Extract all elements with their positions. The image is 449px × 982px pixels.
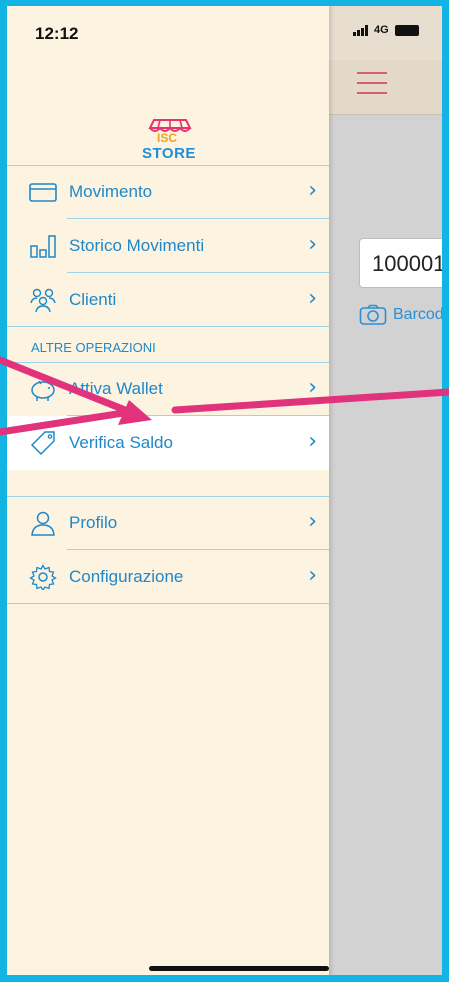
menu-label: Profilo	[69, 513, 118, 532]
gear-icon	[29, 564, 57, 590]
status-bar-right: 4G	[329, 0, 442, 60]
hamburger-menu-icon[interactable]	[357, 72, 387, 94]
status-time: 12:12	[35, 24, 79, 43]
store-logo: ISC STORE	[140, 118, 200, 162]
section-header-label: ALTRE OPERAZIONI	[31, 340, 156, 355]
barcode-button[interactable]: Barcod	[359, 304, 444, 326]
screenshot-frame: 4G 100001 Barcod 12:12 ISC STORE Movimen…	[0, 0, 449, 982]
divider	[7, 603, 329, 604]
menu-item-profilo[interactable]: Profilo ›	[7, 496, 329, 550]
signal-icon	[353, 24, 368, 36]
menu-label: Attiva Wallet	[69, 379, 163, 398]
background-app: 4G 100001 Barcod	[329, 0, 442, 975]
chevron-right-icon: ›	[308, 375, 317, 400]
chevron-right-icon: ›	[308, 429, 317, 454]
battery-icon	[394, 24, 419, 36]
background-nav-bar	[329, 60, 442, 115]
side-drawer: 12:12 ISC STORE Movimento › Storico Movi…	[7, 0, 329, 975]
network-label: 4G	[374, 24, 389, 36]
chevron-right-icon: ›	[308, 286, 317, 311]
camera-icon	[359, 304, 387, 325]
menu-item-storico-movimenti[interactable]: Storico Movimenti ›	[7, 219, 329, 273]
menu-label: Configurazione	[69, 567, 184, 586]
menu-item-clienti[interactable]: Clienti ›	[7, 273, 329, 327]
chevron-right-icon: ›	[308, 563, 317, 588]
chevron-right-icon: ›	[308, 232, 317, 257]
piggy-bank-icon	[31, 380, 55, 401]
person-icon	[31, 511, 55, 536]
menu-item-configurazione[interactable]: Configurazione ›	[7, 550, 329, 604]
home-indicator	[149, 966, 329, 971]
menu-label: Verifica Saldo	[69, 433, 173, 452]
status-icons: 4G	[353, 24, 419, 36]
tag-icon	[30, 431, 55, 456]
logo-store-text: STORE	[142, 145, 196, 162]
logo-isc-text: ISC	[157, 131, 178, 145]
bar-chart-icon	[30, 235, 56, 258]
card-icon	[29, 183, 57, 202]
menu-label: Storico Movimenti	[69, 236, 205, 255]
section-header-altre-operazioni: ALTRE OPERAZIONI	[7, 330, 329, 362]
code-input[interactable]: 100001	[359, 238, 442, 288]
barcode-label: Barcod	[393, 306, 444, 323]
chevron-right-icon: ›	[308, 178, 317, 203]
menu-label: Movimento	[69, 182, 153, 201]
menu-item-movimento[interactable]: Movimento ›	[7, 165, 329, 219]
menu-item-verifica-saldo[interactable]: Verifica Saldo ›	[7, 416, 329, 470]
menu-item-attiva-wallet[interactable]: Attiva Wallet ›	[7, 362, 329, 416]
users-icon	[30, 288, 56, 313]
menu-label: Clienti	[69, 290, 117, 309]
divider	[7, 326, 329, 327]
chevron-right-icon: ›	[308, 509, 317, 534]
